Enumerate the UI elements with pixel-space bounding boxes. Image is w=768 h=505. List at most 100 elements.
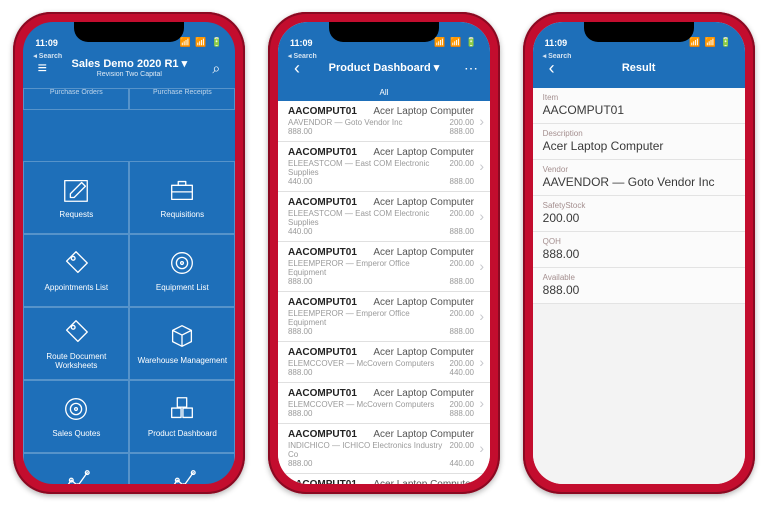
field-value: 888.00 — [543, 247, 735, 261]
box-icon — [167, 321, 197, 351]
tile-label: Route Document Worksheets — [28, 352, 124, 370]
nav-title-detail: Result — [622, 62, 656, 75]
tag-icon — [61, 248, 91, 278]
target-icon — [61, 394, 91, 424]
row-sub: ELEEMPEROR — Emperor Office Equipment — [288, 309, 450, 327]
screen-list: 11:09 📶 📶 🔋 ◂ Search ‹ Product Dashboard… — [278, 22, 490, 484]
filter-all[interactable]: All — [278, 88, 490, 101]
list-item[interactable]: AACOMPUT01Acer Laptop ComputerAAVENDOR —… — [278, 101, 490, 142]
row-sub: ELEEASTCOM — East COM Electronic Supplie… — [288, 209, 450, 227]
tile-service-orders[interactable]: Service Orders — [129, 453, 235, 484]
phone-list: 11:09 📶 📶 🔋 ◂ Search ‹ Product Dashboard… — [268, 12, 500, 494]
tile-appointments-list[interactable]: Appointments List — [23, 234, 129, 307]
field-label: QOH — [543, 237, 735, 246]
row-sub: ELEMCCOVER — McCovern Computers — [288, 400, 434, 409]
graph-icon — [61, 467, 91, 484]
tile-label: Equipment List — [156, 283, 209, 292]
row-v3: 440.00 — [288, 177, 312, 186]
status-back-to-search[interactable]: ◂ Search — [288, 52, 317, 60]
list-item[interactable]: AACOMPUT01Acer Laptop ComputerELEEMPEROR… — [278, 292, 490, 342]
screen-detail: 11:09 📶 📶 🔋 ◂ Search ‹ Result ItemAACOMP… — [533, 22, 745, 484]
tile-sales-quotes[interactable]: Sales Quotes — [23, 380, 129, 453]
list-item[interactable]: AACOMPUT01Acer Laptop ComputerELEEMPEROR… — [278, 242, 490, 292]
field-vendor: VendorAAVENDOR — Goto Vendor Inc — [533, 160, 745, 196]
field-value: 888.00 — [543, 283, 735, 297]
row-v1: 200.00 — [450, 309, 474, 327]
field-description: DescriptionAcer Laptop Computer — [533, 124, 745, 160]
row-sku: AACOMPUT01 — [288, 197, 357, 208]
row-sub: ELEEASTCOM — East COM Electronic Supplie… — [288, 159, 450, 177]
graph-icon — [167, 467, 197, 484]
row-v2: 440.00 — [450, 368, 474, 377]
row-v1: 200.00 — [450, 359, 474, 368]
row-v3: 888.00 — [288, 127, 312, 136]
row-name: Acer Laptop Computer — [373, 347, 474, 358]
list-item[interactable]: AACOMPUT01Acer Laptop ComputerELEMCCOVER… — [278, 342, 490, 383]
tile-product-dashboard[interactable]: Product Dashboard — [129, 380, 235, 453]
row-sku: AACOMPUT01 — [288, 106, 357, 117]
tile-cut-left[interactable]: Purchase Orders — [23, 88, 129, 110]
tile-label: Purchase Orders — [50, 89, 103, 96]
field-qoh: QOH888.00 — [533, 232, 745, 268]
field-label: Description — [543, 129, 735, 138]
field-value: Acer Laptop Computer — [543, 139, 735, 153]
field-value: 200.00 — [543, 211, 735, 225]
row-sku: AACOMPUT01 — [288, 147, 357, 158]
chevron-left-icon: ‹ — [294, 58, 300, 79]
hamburger-icon: ≡ — [38, 60, 47, 78]
row-v3: 888.00 — [288, 368, 312, 377]
detail-fields: ItemAACOMPUT01 DescriptionAcer Laptop Com… — [533, 88, 745, 484]
tile-grid: Purchase Orders Purchase Receipts Reques… — [23, 88, 235, 484]
tile-label: Warehouse Management — [138, 356, 228, 365]
nav-subtitle: Revision Two Capital — [72, 71, 188, 79]
status-back-to-search[interactable]: ◂ Search — [543, 52, 572, 60]
product-list[interactable]: AACOMPUT01Acer Laptop ComputerAAVENDOR —… — [278, 101, 490, 484]
nav-title-home[interactable]: Sales Demo 2020 R1 ▾ Revision Two Capita… — [72, 58, 188, 79]
tile-warehouse-management[interactable]: Warehouse Management — [129, 307, 235, 380]
search-button[interactable]: ⌕ — [201, 50, 231, 88]
row-v2: 888.00 — [450, 277, 474, 286]
search-icon: ⌕ — [212, 60, 220, 77]
row-name: Acer Laptop Computer — [373, 106, 474, 117]
row-v3: 888.00 — [288, 459, 312, 468]
field-value: AAVENDOR — Goto Vendor Inc — [543, 175, 735, 189]
row-v1: 200.00 — [450, 441, 474, 459]
notch — [74, 22, 184, 42]
row-v2: 440.00 — [450, 459, 474, 468]
more-button[interactable]: ⋯ — [456, 50, 486, 88]
nav-title-text: Product Dashboard ▾ — [329, 62, 440, 74]
tile-label: Sales Quotes — [52, 429, 100, 438]
nav-title-text: Sales Demo 2020 R1 ▾ — [72, 58, 188, 70]
status-back-to-search[interactable]: ◂ Search — [33, 52, 62, 60]
tile-label: Purchase Receipts — [153, 89, 212, 96]
nav-title-text: Result — [622, 62, 656, 74]
pencil-square-icon — [61, 175, 91, 205]
row-v2: 888.00 — [450, 177, 474, 186]
list-item[interactable]: AACOMPUT01Acer Laptop ComputerELEEASTCOM… — [278, 192, 490, 242]
list-item[interactable]: AACOMPUT01Acer Laptop ComputerINDICHICO … — [278, 474, 490, 484]
field-label: Item — [543, 93, 735, 102]
phone-detail: 11:09 📶 📶 🔋 ◂ Search ‹ Result ItemAACOMP… — [523, 12, 755, 494]
tile-route-document-worksheets[interactable]: Route Document Worksheets — [23, 307, 129, 380]
tile-field-service-manager[interactable]: Field Service Manager — [23, 453, 129, 484]
field-value: AACOMPUT01 — [543, 103, 735, 117]
list-item[interactable]: AACOMPUT01Acer Laptop ComputerINDICHICO … — [278, 424, 490, 474]
list-item[interactable]: AACOMPUT01Acer Laptop ComputerELEEASTCOM… — [278, 142, 490, 192]
row-v1: 200.00 — [450, 118, 474, 127]
list-item[interactable]: AACOMPUT01Acer Laptop ComputerELEMCCOVER… — [278, 383, 490, 424]
tile-requisitions[interactable]: Requisitions — [129, 161, 235, 234]
field-label: Vendor — [543, 165, 735, 174]
field-safetystock: SafetyStock200.00 — [533, 196, 745, 232]
boxes-icon — [167, 394, 197, 424]
notch — [329, 22, 439, 42]
tile-requests[interactable]: Requests — [23, 161, 129, 234]
row-v1: 200.00 — [450, 259, 474, 277]
tile-label: Requests — [59, 210, 93, 219]
tile-cut-right[interactable]: Purchase Receipts — [129, 88, 235, 110]
tile-equipment-list[interactable]: Equipment List — [129, 234, 235, 307]
tile-label: Product Dashboard — [148, 429, 217, 438]
briefcase-icon — [167, 175, 197, 205]
row-sku: AACOMPUT01 — [288, 247, 357, 258]
screen-home: 11:09 📶 📶 🔋 ◂ Search ≡ Sales Demo 2020 R… — [23, 22, 235, 484]
nav-title-list[interactable]: Product Dashboard ▾ — [329, 62, 440, 75]
